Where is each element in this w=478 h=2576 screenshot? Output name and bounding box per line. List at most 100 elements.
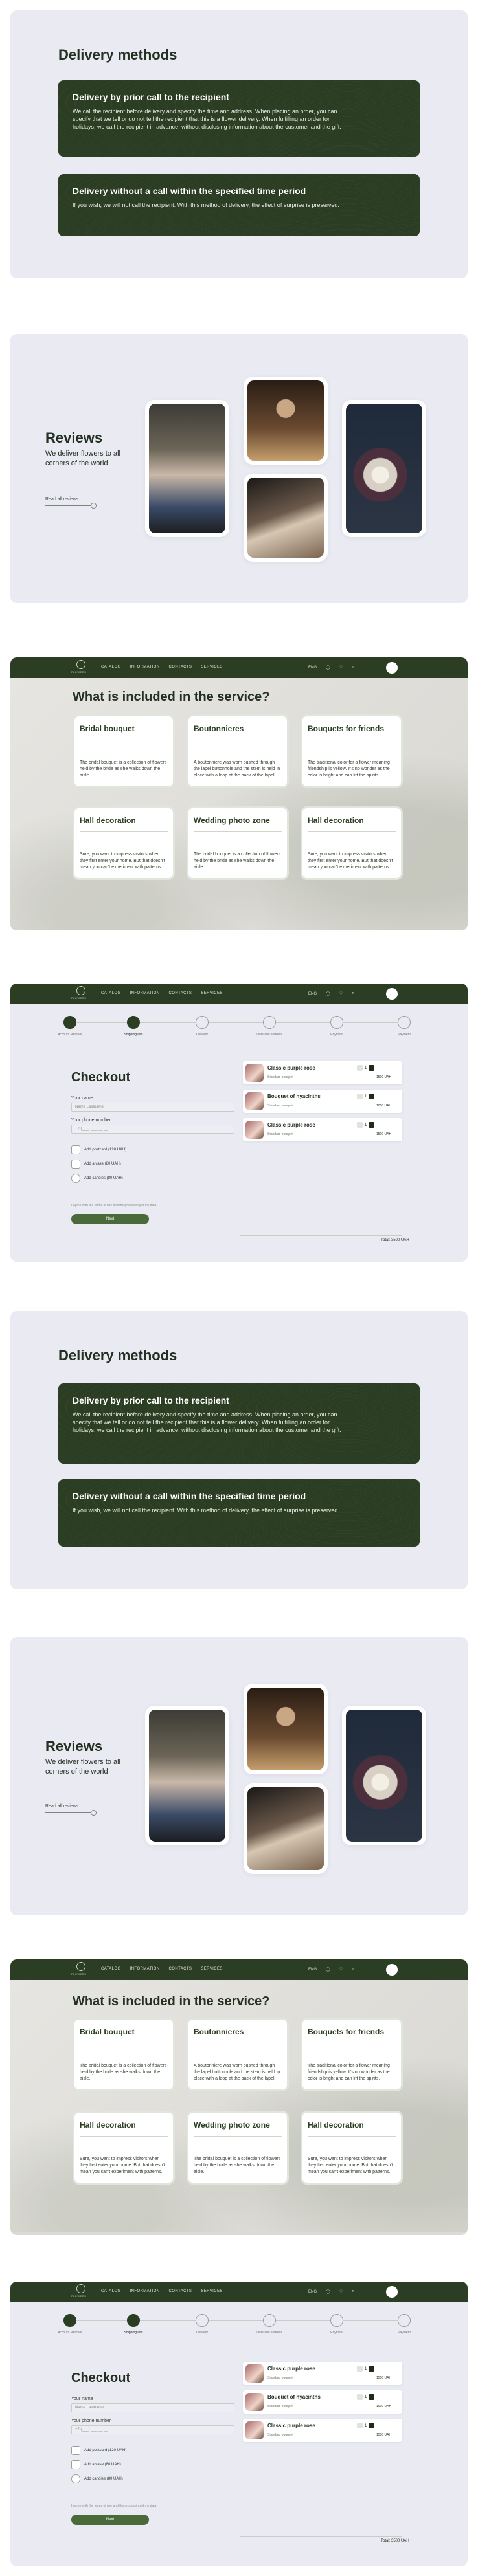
cart-item[interactable]: Bouquet of hyacinths Standard bouquet 1 … [243,1090,402,1113]
nav-contacts-link[interactable]: CONTACTS [169,2289,192,2293]
plus-icon[interactable] [369,1094,375,1099]
vase-option[interactable]: Add a vase (80 UAH) [71,2460,121,2469]
language-selector[interactable]: ENG [308,992,317,996]
logo-icon[interactable] [76,1962,85,1971]
plus-icon[interactable] [369,2394,375,2400]
step-item[interactable]: Payment [385,1016,424,1037]
name-input[interactable]: Name Lastname [71,2403,234,2412]
cart-icon[interactable] [386,1964,398,1976]
phone-input[interactable]: +7 (___) ___ __ __ [71,1125,234,1134]
nav-contacts-link[interactable]: CONTACTS [169,991,192,995]
minus-icon[interactable] [357,1065,363,1071]
cart-item[interactable]: Classic purple rose Standard bouquet 1 1… [243,1061,402,1084]
heart-icon[interactable]: ♡ [339,991,343,996]
step-item[interactable]: Shipping info [114,1016,153,1037]
arrow-circle-icon[interactable] [91,1810,97,1816]
step-item[interactable]: Date and address [250,2314,289,2335]
plus-icon[interactable] [369,1122,375,1128]
plus-icon[interactable] [369,2423,375,2428]
nav-information-link[interactable]: INFORMATION [130,1967,160,1971]
nav-services-link[interactable]: SERVICES [201,1967,222,1971]
review-photo[interactable] [244,474,328,562]
search-icon[interactable]: ⌕ [352,665,354,670]
service-card[interactable]: Bridal bouquet The bridal bouquet is a co… [73,2018,175,2091]
step-item[interactable]: Account Member [51,1016,89,1037]
step-item[interactable]: Account Member [51,2314,89,2335]
language-selector[interactable]: ENG [308,1968,317,1972]
service-card[interactable]: Hall decoration Sure, you want to impress… [73,806,175,880]
nav-catalog-link[interactable]: CATALOG [101,2289,121,2293]
step-item[interactable]: Delivery [183,2314,222,2335]
service-card[interactable]: Hall decoration Sure, you want to impress… [73,2111,175,2185]
minus-icon[interactable] [357,1122,363,1128]
nav-services-link[interactable]: SERVICES [201,991,222,995]
review-photo[interactable] [244,377,328,465]
language-selector[interactable]: ENG [308,2290,317,2294]
plus-icon[interactable] [369,1065,375,1071]
step-item[interactable]: Date and address [250,1016,289,1037]
service-card[interactable]: Bouquets for friends The traditional colo… [301,714,403,788]
user-icon[interactable]: ◯ [326,1967,330,1972]
nav-contacts-link[interactable]: CONTACTS [169,665,192,669]
user-icon[interactable]: ◯ [326,665,330,670]
service-card[interactable]: Wedding photo zone The bridal bouquet is … [187,2111,289,2185]
step-item[interactable]: Delivery [183,1016,222,1037]
logo-icon[interactable] [76,986,85,995]
service-card[interactable]: Bouquets for friends The traditional colo… [301,2018,403,2091]
agree-checkbox-label[interactable]: I agree with the terms of use and the pr… [71,1204,156,1207]
nav-catalog-link[interactable]: CATALOG [101,665,121,669]
nav-information-link[interactable]: INFORMATION [130,665,160,669]
delivery-card-nocall[interactable]: Delivery without a call within the speci… [58,1479,420,1547]
cart-item[interactable]: Classic purple rose Standard bouquet 1 1… [243,1118,402,1141]
search-icon[interactable]: ⌕ [352,2289,354,2294]
service-card[interactable]: Hall decoration Sure, you want to impress… [301,806,403,880]
delivery-card-call[interactable]: Delivery by prior call to the recipient … [58,1383,420,1464]
service-card[interactable]: Bridal bouquet The bridal bouquet is a co… [73,714,175,788]
minus-icon[interactable] [357,2366,363,2372]
delivery-card-nocall[interactable]: Delivery without a call within the speci… [58,174,420,236]
heart-icon[interactable]: ♡ [339,2289,343,2294]
service-card[interactable]: Boutonnieres A boutonniere was worn pushe… [187,2018,289,2091]
candies-option[interactable]: Add candies (80 UAH) [71,2474,123,2483]
review-photo[interactable] [342,400,426,537]
cart-icon[interactable] [386,988,398,1000]
logo-icon[interactable] [76,2284,85,2293]
search-icon[interactable]: ⌕ [352,991,354,996]
nav-services-link[interactable]: SERVICES [201,2289,222,2293]
logo-icon[interactable] [76,660,85,669]
cart-item[interactable]: Classic purple rose Standard bouquet 1 1… [243,2362,402,2385]
nav-services-link[interactable]: SERVICES [201,665,222,669]
nav-information-link[interactable]: INFORMATION [130,991,160,995]
service-card[interactable]: Hall decoration Sure, you want to impress… [301,2111,403,2185]
review-photo[interactable] [244,1684,328,1774]
heart-icon[interactable]: ♡ [339,665,343,670]
name-input[interactable]: Name Lastname [71,1103,234,1112]
nav-contacts-link[interactable]: CONTACTS [169,1967,192,1971]
postcard-option[interactable]: Add postcard (120 UAH) [71,1145,126,1154]
review-photo[interactable] [145,400,229,537]
cart-icon[interactable] [386,662,398,674]
user-icon[interactable]: ◯ [326,991,330,996]
arrow-circle-icon[interactable] [91,503,97,509]
nav-catalog-link[interactable]: CATALOG [101,1967,121,1971]
language-selector[interactable]: ENG [308,666,317,670]
review-photo[interactable] [244,1783,328,1874]
postcard-option[interactable]: Add postcard (120 UAH) [71,2446,126,2455]
read-all-reviews-link[interactable]: Read all reviews [45,497,78,501]
heart-icon[interactable]: ♡ [339,1967,343,1972]
service-card[interactable]: Boutonnieres A boutonniere was worn pushe… [187,714,289,788]
step-item[interactable]: Payment [317,2314,356,2335]
user-icon[interactable]: ◯ [326,2289,330,2294]
search-icon[interactable]: ⌕ [352,1967,354,1972]
phone-input[interactable]: +7 (___) ___ __ __ [71,2425,234,2434]
agree-checkbox-label[interactable]: I agree with the terms of use and the pr… [71,2504,156,2508]
minus-icon[interactable] [357,2423,363,2428]
cart-item[interactable]: Classic purple rose Standard bouquet 1 1… [243,2419,402,2442]
review-photo[interactable] [342,1706,426,1845]
cart-icon[interactable] [386,2286,398,2298]
minus-icon[interactable] [357,2394,363,2400]
service-card[interactable]: Wedding photo zone The bridal bouquet is … [187,806,289,880]
review-photo[interactable] [145,1706,229,1845]
step-item[interactable]: Shipping info [114,2314,153,2335]
candies-option[interactable]: Add candies (80 UAH) [71,1174,123,1183]
